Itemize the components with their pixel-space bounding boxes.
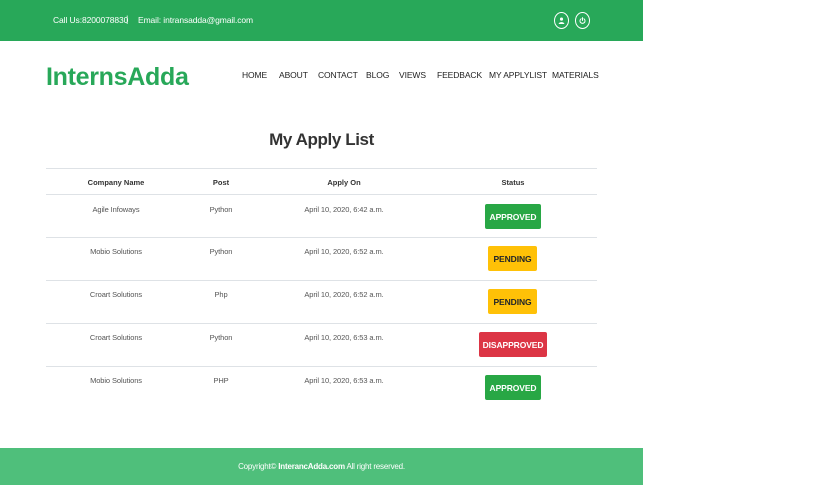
status-badge-disapproved[interactable]: DISAPPROVED (479, 332, 547, 357)
status-badge-pending[interactable]: PENDING (488, 289, 537, 314)
post-cell: Python (209, 205, 233, 214)
table-divider (46, 323, 597, 324)
post-cell: Php (214, 290, 228, 299)
company-cell: Mobio Solutions (90, 376, 142, 385)
column-header-status: Status (501, 178, 525, 187)
email-text: Email: intransadda@gmail.com (138, 15, 253, 25)
top-bar: Call Us:8200078830 | Email: intransadda@… (0, 0, 643, 41)
page-title: My Apply List (269, 130, 374, 149)
topbar-separator: | (126, 14, 129, 24)
nav-views[interactable]: VIEWS (399, 70, 426, 80)
table-divider (46, 366, 597, 367)
status-badge-approved[interactable]: APPROVED (485, 375, 541, 400)
footer: Copyright© InterancAdda.com All right re… (0, 448, 643, 485)
site-logo[interactable]: InternsAdda (46, 63, 189, 92)
table-divider (46, 194, 597, 195)
copyright-suffix: All right reserved. (344, 462, 405, 471)
nav-contact[interactable]: CONTACT (318, 70, 358, 80)
nav-blog[interactable]: BLOG (366, 70, 389, 80)
table-divider (46, 168, 597, 169)
post-cell: PHP (213, 376, 229, 385)
table-divider (46, 280, 597, 281)
apply-date-cell: April 10, 2020, 6:52 a.m. (304, 290, 384, 299)
company-cell: Mobio Solutions (90, 247, 142, 256)
company-cell: Agile Infoways (92, 205, 140, 214)
user-icon (558, 17, 565, 24)
status-badge-pending[interactable]: PENDING (488, 246, 537, 271)
logout-button[interactable] (575, 12, 590, 29)
column-header-apply-on: Apply On (327, 178, 361, 187)
nav-materials[interactable]: MATERIALS (552, 70, 599, 80)
page: Call Us:8200078830 | Email: intransadda@… (0, 0, 643, 485)
post-cell: Python (209, 247, 233, 256)
post-cell: Python (209, 333, 233, 342)
power-icon (579, 17, 586, 24)
apply-date-cell: April 10, 2020, 6:52 a.m. (304, 247, 384, 256)
nav-about[interactable]: ABOUT (279, 70, 308, 80)
user-button[interactable] (554, 12, 569, 29)
copyright-brand[interactable]: InterancAdda.com (278, 462, 345, 471)
apply-date-cell: April 10, 2020, 6:53 a.m. (304, 333, 384, 342)
phone-text: Call Us:8200078830 (53, 15, 129, 25)
nav-feedback[interactable]: FEEDBACK (437, 70, 482, 80)
status-badge-approved[interactable]: APPROVED (485, 204, 541, 229)
column-header-post: Post (212, 178, 230, 187)
nav-my-applylist[interactable]: MY APPLYLIST (489, 70, 547, 80)
company-cell: Croart Solutions (89, 333, 143, 342)
nav-home[interactable]: HOME (242, 70, 267, 80)
table-divider (46, 237, 597, 238)
column-header-company: Company Name (87, 178, 145, 187)
copyright-text: Copyright© InterancAdda.com All right re… (0, 462, 643, 471)
copyright-prefix: Copyright© (238, 462, 279, 471)
company-cell: Croart Solutions (89, 290, 143, 299)
apply-date-cell: April 10, 2020, 6:53 a.m. (304, 376, 384, 385)
apply-date-cell: April 10, 2020, 6:42 a.m. (304, 205, 384, 214)
